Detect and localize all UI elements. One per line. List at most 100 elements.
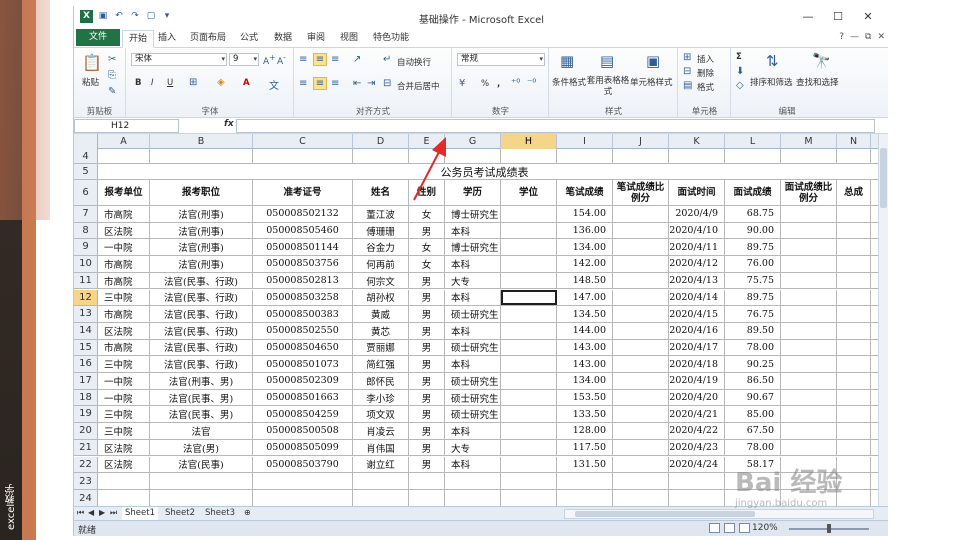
cell[interactable] <box>150 473 253 490</box>
cell[interactable]: 2020/4/24 <box>669 456 725 473</box>
select-all-corner[interactable] <box>74 134 98 149</box>
merge-center-icon[interactable]: ⊟ <box>383 78 391 89</box>
cell[interactable] <box>501 339 557 356</box>
conditional-format-label[interactable]: 条件格式 <box>552 76 586 88</box>
column-header-A[interactable]: A <box>98 134 150 149</box>
cell[interactable]: 76.00 <box>725 256 781 272</box>
cell[interactable]: 148.50 <box>557 272 613 289</box>
cell[interactable]: 博士研究生 <box>445 239 501 256</box>
column-header-E[interactable]: E <box>409 134 445 149</box>
cell[interactable]: 郎怀民 <box>353 373 409 389</box>
cell[interactable] <box>613 222 669 239</box>
cell[interactable]: 男 <box>409 373 445 389</box>
cell[interactable]: 硕士研究生 <box>445 339 501 356</box>
column-header-N[interactable]: N <box>837 134 871 149</box>
cell[interactable] <box>613 206 669 222</box>
cell[interactable]: 一中院 <box>98 373 150 389</box>
cell[interactable] <box>501 306 557 322</box>
cell[interactable]: 男 <box>409 306 445 322</box>
cell[interactable]: 市高院 <box>98 272 150 289</box>
cell[interactable] <box>501 272 557 289</box>
cell[interactable]: 硕士研究生 <box>445 389 501 406</box>
align-right-icon[interactable]: ≡ <box>331 78 339 89</box>
cell[interactable]: 134.50 <box>557 306 613 322</box>
cell[interactable]: 85.00 <box>725 406 781 423</box>
cell[interactable] <box>253 490 353 506</box>
cell[interactable]: 050008502813 <box>253 272 353 289</box>
copy-icon[interactable]: ⎘ <box>108 70 116 81</box>
cell[interactable]: 68.75 <box>725 206 781 222</box>
tab-insert[interactable]: 插入 <box>152 30 182 48</box>
cell[interactable]: 050008501073 <box>253 356 353 372</box>
cell[interactable]: 三中院 <box>98 423 150 439</box>
cell[interactable] <box>781 239 837 256</box>
column-header-B[interactable]: B <box>150 134 253 149</box>
cell[interactable] <box>613 356 669 372</box>
cell[interactable]: 大专 <box>445 439 501 456</box>
cell[interactable]: 黄芯 <box>353 322 409 339</box>
cell[interactable]: 2020/4/10 <box>669 222 725 239</box>
row-header[interactable]: 8 <box>74 222 98 239</box>
delete-cells-icon[interactable]: ⊟ <box>683 66 691 77</box>
cell[interactable] <box>781 373 837 389</box>
cell[interactable]: 三中院 <box>98 289 150 306</box>
cell[interactable] <box>837 222 871 239</box>
cell[interactable] <box>557 149 613 163</box>
cell[interactable]: 法官(刑事) <box>150 222 253 239</box>
cell[interactable]: 2020/4/14 <box>669 289 725 306</box>
cell[interactable]: 法官(刑事) <box>150 256 253 272</box>
cell[interactable]: 博士研究生 <box>445 206 501 222</box>
cell[interactable]: 89.75 <box>725 289 781 306</box>
minimize-button[interactable]: — <box>793 8 823 26</box>
formula-input[interactable] <box>236 119 875 133</box>
column-title[interactable]: 报考单位 <box>98 180 150 205</box>
normal-view-icon[interactable] <box>709 523 720 533</box>
find-select-label[interactable]: 查找和选择 <box>796 76 839 88</box>
cell[interactable]: 法官(民事、行政) <box>150 289 253 306</box>
sort-filter-icon[interactable]: ⇅ <box>766 52 779 70</box>
cell[interactable] <box>557 490 613 506</box>
cell[interactable] <box>613 456 669 473</box>
clear-icon[interactable]: ◇ <box>736 80 744 91</box>
cell[interactable] <box>613 490 669 506</box>
cell[interactable] <box>613 272 669 289</box>
column-header-J[interactable]: J <box>613 134 669 149</box>
comma-button[interactable]: , <box>497 79 500 89</box>
row-header[interactable]: 19 <box>74 406 98 423</box>
cell[interactable] <box>613 406 669 423</box>
cell[interactable] <box>781 149 837 163</box>
tab-formulas[interactable]: 公式 <box>234 30 264 48</box>
cell[interactable]: 本科 <box>445 222 501 239</box>
format-cells-icon[interactable]: ▤ <box>683 80 692 91</box>
cell[interactable] <box>501 373 557 389</box>
decrease-decimal-icon[interactable]: ⁻⁰ <box>527 78 536 89</box>
worksheet-grid[interactable]: ABCDEGHIJKLMN 4 5 公务员考试成绩表 6 报考单位 报考职位 准考证号 姓名性… <box>74 134 888 506</box>
cell[interactable] <box>501 490 557 506</box>
row-header[interactable]: 24 <box>74 490 98 506</box>
cell[interactable]: 134.00 <box>557 373 613 389</box>
cell[interactable]: 肖凌云 <box>353 423 409 439</box>
cell[interactable]: 143.00 <box>557 356 613 372</box>
cell[interactable]: 144.00 <box>557 322 613 339</box>
cell[interactable] <box>501 206 557 222</box>
cell[interactable] <box>837 423 871 439</box>
sheet-tab-2[interactable]: Sheet2 <box>162 507 198 520</box>
cell[interactable]: 法官(民事、行政) <box>150 306 253 322</box>
active-cell[interactable] <box>501 289 557 306</box>
cell[interactable]: 050008501663 <box>253 389 353 406</box>
grow-font-icon[interactable]: A+ <box>263 53 275 67</box>
format-as-table-label[interactable]: 套用表格格式 <box>586 76 630 98</box>
cell[interactable]: 贾丽娜 <box>353 339 409 356</box>
format-as-table-icon[interactable]: ▤ <box>600 52 614 70</box>
bold-button[interactable]: B <box>135 78 141 88</box>
cell[interactable] <box>613 239 669 256</box>
cell[interactable] <box>613 322 669 339</box>
cell[interactable] <box>837 406 871 423</box>
align-center-icon[interactable]: ≡ <box>313 77 327 90</box>
cell[interactable]: 区法院 <box>98 322 150 339</box>
ribbon-minimize-icon[interactable]: — <box>850 32 859 42</box>
tab-page-layout[interactable]: 页面布局 <box>184 30 232 48</box>
cell[interactable]: 2020/4/11 <box>669 239 725 256</box>
cell[interactable] <box>501 423 557 439</box>
cell[interactable]: 男 <box>409 222 445 239</box>
